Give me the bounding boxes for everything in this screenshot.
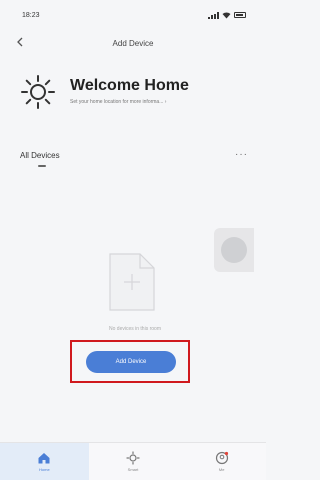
bottom-tab-bar: Home Smart Me: [0, 442, 266, 480]
add-device-button[interactable]: Add Device: [86, 351, 176, 373]
home-icon: [38, 453, 50, 464]
navigation-bar: Add Device: [0, 30, 266, 56]
location-prompt-text: Set your home location for more informa.…: [70, 99, 164, 105]
tab-smart[interactable]: Smart: [89, 443, 178, 480]
tab-me-label: Me: [218, 467, 225, 472]
devices-header: All Devices ···: [20, 148, 248, 162]
status-bar: 18:23: [0, 0, 266, 30]
tab-smart-label: Smart: [127, 467, 139, 472]
profile-icon: [215, 451, 228, 465]
welcome-card[interactable]: Welcome Home Set your home location for …: [20, 72, 260, 116]
tab-indicator: [38, 165, 46, 167]
empty-state-text: No devices in this room: [109, 326, 161, 332]
more-options-button[interactable]: ···: [235, 150, 248, 160]
chevron-left-icon: [17, 37, 23, 47]
chevron-right-icon: ›: [164, 99, 167, 105]
welcome-text: Welcome Home Set your home location for …: [70, 72, 189, 105]
wifi-icon: [222, 11, 231, 18]
tab-me[interactable]: Me: [177, 443, 266, 480]
tab-home-label: Home: [39, 467, 50, 472]
side-floating-handle[interactable]: [214, 228, 254, 272]
status-icons: [208, 11, 246, 19]
sun-icon: [21, 75, 55, 109]
location-prompt[interactable]: Set your home location for more informa.…: [70, 99, 189, 105]
tab-home[interactable]: Home: [0, 443, 89, 480]
welcome-title: Welcome Home: [70, 77, 189, 94]
tab-all-devices[interactable]: All Devices: [20, 151, 60, 160]
page-title: Add Device: [112, 38, 154, 48]
battery-icon: [234, 12, 246, 18]
smart-icon: [126, 451, 140, 465]
back-button[interactable]: [12, 34, 28, 52]
status-time: 18:23: [22, 11, 40, 19]
signal-icon: [208, 11, 219, 19]
floating-knob-icon: [221, 237, 247, 263]
empty-device-icon: [109, 253, 155, 311]
